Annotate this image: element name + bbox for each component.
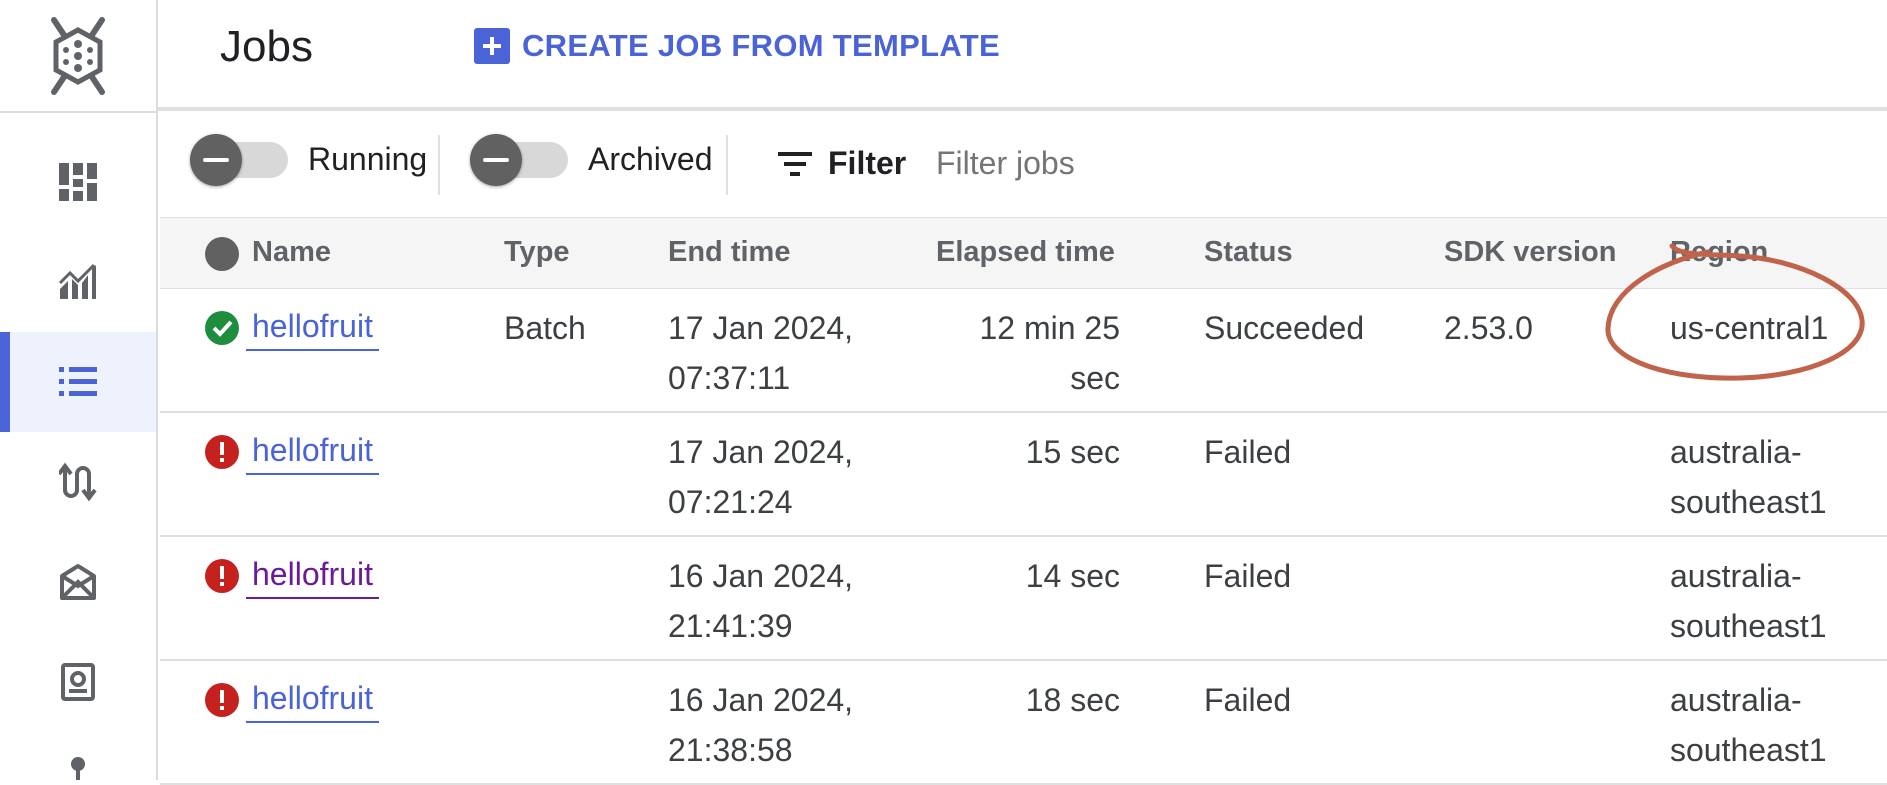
snapshots-icon (61, 663, 95, 701)
job-region: australia- southeast1 (1670, 675, 1827, 775)
job-elapsed-time: 15 sec (920, 427, 1120, 477)
elapsed-line-1: 18 sec (1025, 682, 1120, 718)
running-toggle-knob[interactable] (190, 133, 242, 186)
filter-jobs-input[interactable] (936, 141, 1336, 185)
elapsed-line-1: 12 min 25 (979, 310, 1120, 346)
jobs-table-header: Name Type End time Elapsed time Status S… (160, 217, 1887, 289)
job-region: australia- southeast1 (1670, 427, 1827, 527)
region-line-1: australia- (1670, 682, 1802, 718)
end-time-clock: 07:21:24 (668, 484, 793, 520)
end-time-clock: 21:41:39 (668, 608, 793, 644)
sidebar-item-snapshots[interactable] (0, 632, 156, 732)
job-status: Succeeded (1204, 310, 1365, 346)
page-header: Jobs CREATE JOB FROM TEMPLATE (158, 0, 1887, 111)
job-region: us-central1 (1670, 303, 1828, 353)
add-icon (474, 28, 510, 64)
dataflow-logo-icon (51, 16, 105, 95)
job-status: Failed (1204, 682, 1292, 718)
sidebar-item-pipelines[interactable] (0, 432, 156, 532)
elapsed-line-2: sec (1070, 360, 1120, 396)
region-line-1: us-central1 (1670, 310, 1829, 346)
region-line-2: southeast1 (1670, 484, 1827, 520)
end-time-clock: 21:38:58 (668, 732, 793, 768)
error-icon (205, 683, 239, 717)
job-status: Failed (1204, 558, 1292, 594)
region-line-1: australia- (1670, 434, 1802, 470)
table-row: hellofruit Batch 17 Jan 2024, 07:37:11 1… (160, 289, 1887, 413)
create-job-from-template-button[interactable]: CREATE JOB FROM TEMPLATE (474, 28, 1000, 64)
error-icon (205, 435, 239, 469)
end-time-date: 17 Jan 2024, (668, 310, 854, 346)
sidebar-item-dashboard[interactable] (0, 132, 156, 232)
job-type: Batch (504, 310, 586, 346)
job-status: Failed (1204, 434, 1292, 470)
pipelines-icon (59, 462, 97, 502)
job-end-time: 16 Jan 2024, 21:41:39 (668, 551, 853, 651)
column-header-name[interactable]: Name (252, 236, 331, 269)
filter-label: Filter (828, 145, 907, 181)
dashboard-icon (59, 163, 97, 201)
jobs-toolbar: Running Archived Filter (158, 111, 1887, 217)
filter-button[interactable]: Filter (778, 145, 906, 182)
region-line-2: southeast1 (1670, 732, 1827, 768)
sidebar (0, 0, 158, 780)
column-header-region[interactable]: Region (1670, 236, 1768, 269)
column-header-elapsed-time[interactable]: Elapsed time (936, 236, 1115, 269)
end-time-date: 16 Jan 2024, (668, 558, 854, 594)
archived-toggle-track[interactable] (470, 133, 568, 186)
column-header-type[interactable]: Type (504, 236, 570, 269)
elapsed-line-1: 14 sec (1025, 558, 1120, 594)
page-title: Jobs (220, 22, 313, 71)
column-header-status[interactable]: Status (1204, 236, 1293, 269)
job-end-time: 16 Jan 2024, 21:38:58 (668, 675, 853, 775)
jobs-list-icon (59, 367, 97, 396)
elapsed-line-1: 15 sec (1025, 434, 1120, 470)
job-name-link[interactable]: hellofruit (246, 303, 379, 351)
job-elapsed-time: 14 sec (920, 551, 1120, 601)
sidebar-item-more[interactable] (0, 740, 156, 780)
pin-icon (71, 757, 85, 780)
job-name-link[interactable]: hellofruit (246, 551, 379, 599)
table-row: hellofruit 16 Jan 2024, 21:38:58 18 sec … (160, 661, 1887, 785)
archived-toggle[interactable]: Archived (470, 133, 713, 186)
job-elapsed-time: 12 min 25 sec (920, 303, 1120, 403)
region-line-1: australia- (1670, 558, 1802, 594)
running-toggle[interactable]: Running (190, 133, 428, 186)
job-elapsed-time: 18 sec (920, 675, 1120, 725)
create-job-label: CREATE JOB FROM TEMPLATE (522, 28, 1000, 63)
sidebar-item-jobs[interactable] (0, 332, 156, 432)
workbench-icon (60, 564, 96, 600)
end-time-clock: 07:37:11 (668, 360, 791, 396)
column-header-end-time[interactable]: End time (668, 236, 790, 269)
job-sdk-version: 2.53.0 (1444, 310, 1533, 346)
sidebar-item-workbench[interactable] (0, 532, 156, 632)
job-end-time: 17 Jan 2024, 07:37:11 (668, 303, 853, 403)
job-end-time: 17 Jan 2024, 07:21:24 (668, 427, 853, 527)
status-column-icon (205, 237, 239, 271)
table-row: hellofruit 17 Jan 2024, 07:21:24 15 sec … (160, 413, 1887, 537)
success-icon (205, 311, 239, 345)
toolbar-divider (438, 135, 440, 195)
sidebar-item-monitoring[interactable] (0, 232, 156, 332)
job-name-link[interactable]: hellofruit (246, 675, 379, 723)
archived-toggle-knob[interactable] (470, 133, 522, 186)
column-header-sdk-version[interactable]: SDK version (1444, 236, 1616, 269)
running-toggle-track[interactable] (190, 133, 288, 186)
filter-icon (778, 151, 812, 176)
app-logo[interactable] (0, 0, 156, 113)
running-toggle-label: Running (308, 141, 428, 177)
archived-toggle-label: Archived (588, 141, 713, 177)
region-line-2: southeast1 (1670, 608, 1827, 644)
toolbar-divider (726, 135, 728, 195)
monitoring-icon (58, 263, 96, 299)
error-icon (205, 559, 239, 593)
end-time-date: 17 Jan 2024, (668, 434, 854, 470)
job-region: australia- southeast1 (1670, 551, 1827, 651)
table-row: hellofruit 16 Jan 2024, 21:41:39 14 sec … (160, 537, 1887, 661)
job-name-link[interactable]: hellofruit (246, 427, 379, 475)
end-time-date: 16 Jan 2024, (668, 682, 854, 718)
